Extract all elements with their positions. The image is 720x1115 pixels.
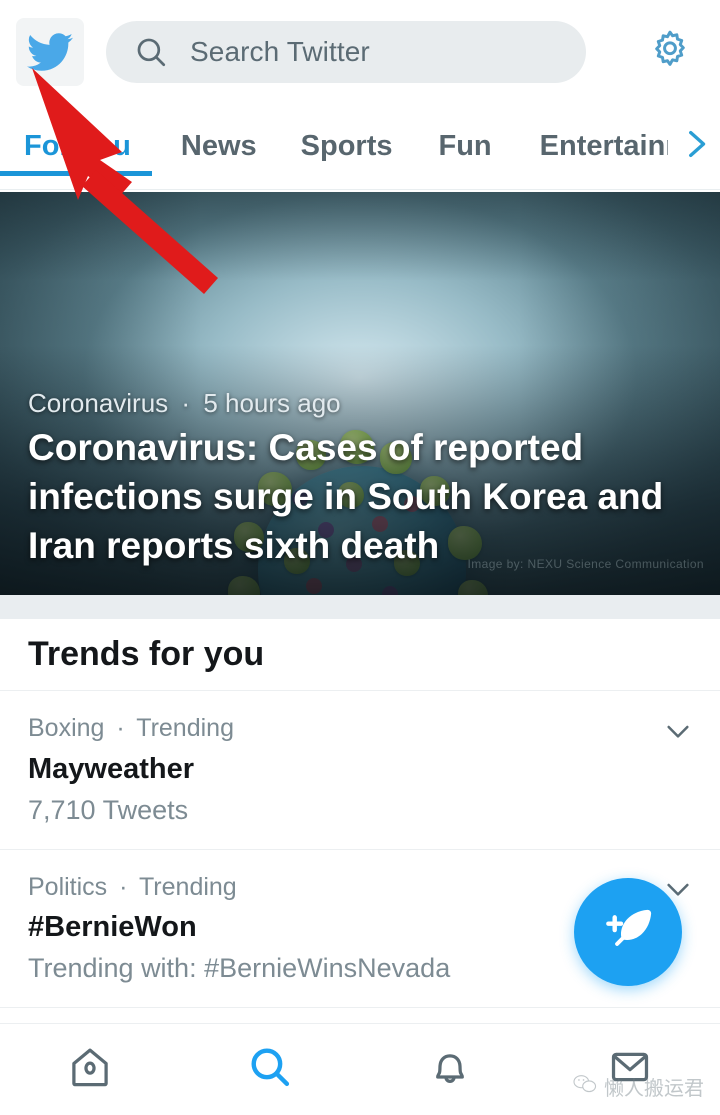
trend-name: #BernieWon xyxy=(28,911,197,944)
search-placeholder-text: Search Twitter xyxy=(190,36,370,67)
hero-category: Coronavirus xyxy=(28,388,169,418)
trend-category-line: Politics · Trending xyxy=(28,868,650,907)
nav-item-search[interactable] xyxy=(180,1024,360,1115)
tab-news[interactable]: News xyxy=(181,130,257,163)
trend-category: Boxing xyxy=(28,714,105,742)
trend-status: Trending xyxy=(138,872,237,901)
trends-title: Trends for you xyxy=(0,619,720,691)
compose-tweet-fab[interactable] xyxy=(574,878,682,986)
trend-related-hashtag: Trending with: #BernieWinsNevada xyxy=(28,953,451,984)
trend-item-mayweather[interactable]: Boxing · Trending Mayweather 7,710 Tweet… xyxy=(0,691,720,850)
trend-tweet-count: 7,710 Tweets xyxy=(28,794,189,825)
trend-overflow-button[interactable] xyxy=(658,713,698,753)
envelope-icon xyxy=(607,1044,653,1095)
search-icon xyxy=(134,35,168,69)
tab-fun[interactable]: Fun xyxy=(438,130,491,163)
trend-category: Politics xyxy=(28,872,108,901)
chevron-down-icon xyxy=(662,715,694,752)
tab-entertainment[interactable]: Entertainment xyxy=(540,130,668,163)
trend-separator: · xyxy=(119,872,128,901)
category-tab-bar[interactable]: For You News Sports Fun Entertainment xyxy=(0,104,720,190)
trend-name: Mayweather xyxy=(28,752,195,785)
section-spacer xyxy=(0,595,720,619)
trend-category-line: Boxing · Trending xyxy=(28,709,650,748)
hero-timestamp: 5 hours ago xyxy=(203,388,341,418)
hero-meta-separator: · xyxy=(181,388,191,418)
nav-item-notifications[interactable] xyxy=(360,1024,540,1115)
tabs-next-button[interactable] xyxy=(678,127,712,166)
twitter-bird-icon xyxy=(27,29,73,75)
twitter-mobile-app: Search Twitter For You News Sports Fun E… xyxy=(0,0,720,1115)
chevron-right-icon xyxy=(678,127,712,166)
nav-item-home[interactable] xyxy=(0,1024,180,1115)
compose-feather-plus-icon xyxy=(600,902,656,963)
tab-sports[interactable]: Sports xyxy=(301,130,393,163)
hero-headline: Coronavirus: Cases of reported infection… xyxy=(28,427,664,566)
search-icon xyxy=(247,1044,293,1095)
gear-icon xyxy=(649,29,691,76)
active-tab-indicator xyxy=(0,171,152,176)
trend-status: Trending xyxy=(136,714,234,742)
tab-for-you[interactable]: For You xyxy=(24,130,131,163)
trend-separator: · xyxy=(116,714,125,742)
home-icon xyxy=(67,1044,113,1095)
settings-button[interactable] xyxy=(642,24,698,80)
top-bar: Search Twitter xyxy=(0,0,720,104)
hero-news-card[interactable]: Image by: NEXU Science Communication Cor… xyxy=(0,192,720,595)
nav-item-messages[interactable] xyxy=(540,1024,720,1115)
bell-icon xyxy=(427,1044,473,1095)
twitter-logo-button[interactable] xyxy=(16,18,84,86)
hero-meta: Coronavirus · 5 hours ago xyxy=(28,388,341,419)
search-input[interactable]: Search Twitter xyxy=(106,21,586,83)
bottom-navigation-bar[interactable] xyxy=(0,1023,720,1115)
